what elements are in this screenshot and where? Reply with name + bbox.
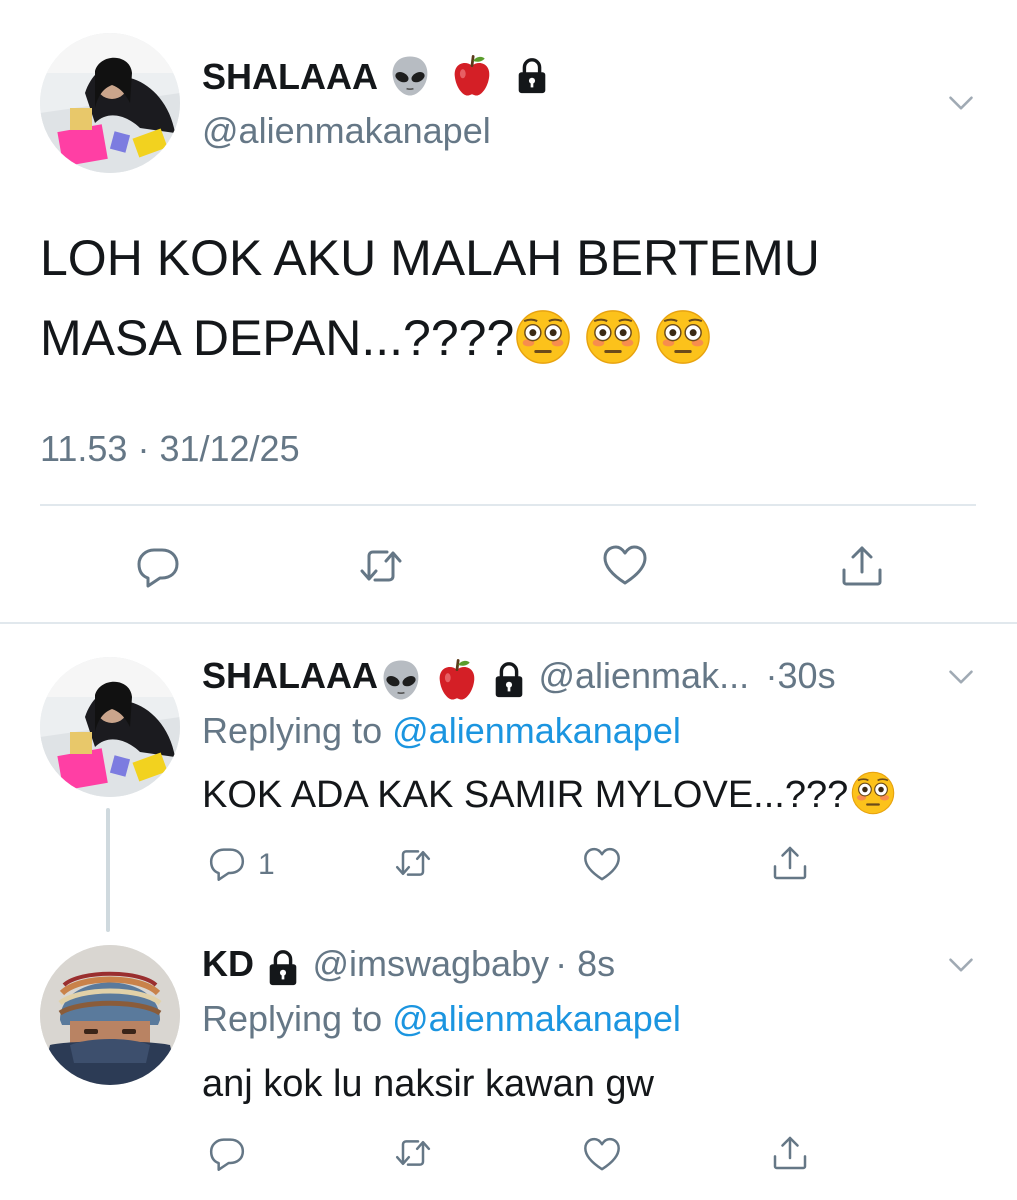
reply1-time[interactable]: ·30s — [766, 655, 836, 696]
reply1-text-row: KOK ADA KAK SAMIR MYLOVE...??? — [202, 774, 896, 817]
main-display-name-text: SHALAAA — [202, 56, 377, 97]
lock-icon — [513, 57, 551, 95]
reply-icon[interactable] — [207, 843, 247, 883]
replying-to-link[interactable]: @alienmakanapel — [392, 998, 681, 1039]
reply1-display-name[interactable]: SHALAAA — [202, 655, 378, 696]
reply1-reply-count: 1 — [258, 848, 275, 881]
reply-icon[interactable] — [134, 542, 182, 590]
retweet-icon[interactable] — [357, 542, 405, 590]
reply1-avatar[interactable] — [40, 657, 180, 797]
chevron-down-icon[interactable] — [946, 662, 976, 692]
reply2-display-name[interactable]: KD — [202, 943, 254, 984]
reply2-replying-to: Replying to @alienmakanapel — [202, 998, 681, 1040]
main-timestamp[interactable]: 11.53 · 31/12/25 — [40, 428, 300, 470]
replying-prefix: Replying to — [202, 710, 383, 751]
replying-to-link[interactable]: @alienmakanapel — [392, 710, 681, 751]
main-tweet-line2-text: MASA DEPAN...???? — [40, 310, 515, 366]
chevron-down-icon[interactable] — [946, 950, 976, 980]
reply2-handle[interactable]: @imswagbaby — [312, 943, 549, 984]
divider — [40, 504, 976, 506]
timestamp-separator: · — [137, 428, 150, 469]
main-avatar[interactable] — [40, 33, 180, 173]
reply1-header: SHALAAA @alienmak... ·30s — [202, 655, 836, 703]
reply2-text: anj kok lu naksir kawan gw — [202, 1063, 654, 1105]
section-divider — [0, 622, 1017, 624]
apple-emoji — [449, 53, 495, 99]
retweet-icon[interactable] — [393, 843, 433, 883]
main-tweet-line1: LOH KOK AKU MALAH BERTEMU — [40, 230, 820, 286]
reply-icon[interactable] — [207, 1133, 247, 1173]
main-time: 11.53 — [40, 428, 128, 469]
main-tweet-text: LOH KOK AKU MALAH BERTEMU MASA DEPAN...?… — [40, 218, 820, 378]
main-display-name[interactable]: SHALAAA — [202, 56, 551, 99]
like-icon[interactable] — [582, 1135, 622, 1175]
retweet-icon[interactable] — [393, 1133, 433, 1173]
reply2-header: KD @imswagbaby · 8s — [202, 943, 615, 987]
chevron-down-icon[interactable] — [946, 88, 976, 118]
reply1-text: KOK ADA KAK SAMIR MYLOVE...??? — [202, 774, 849, 816]
reply1-handle[interactable]: @alienmak... — [538, 655, 749, 696]
flushed-emoji — [654, 308, 712, 366]
like-icon[interactable] — [582, 845, 622, 885]
lock-icon — [264, 949, 302, 987]
alien-emoji — [378, 657, 424, 703]
flushed-emoji — [514, 308, 572, 366]
lock-icon — [490, 661, 528, 699]
like-icon[interactable] — [601, 542, 649, 590]
flushed-emoji — [584, 308, 642, 366]
main-tweet-line2: MASA DEPAN...???? — [40, 298, 820, 378]
reply2-avatar[interactable] — [40, 945, 180, 1085]
apple-emoji — [434, 657, 480, 703]
main-date: 31/12/25 — [159, 428, 300, 469]
share-icon[interactable] — [770, 843, 810, 883]
reply1-replying-to: Replying to @alienmakanapel — [202, 710, 681, 752]
flushed-emoji — [850, 770, 896, 816]
share-icon[interactable] — [838, 542, 886, 590]
share-icon[interactable] — [770, 1133, 810, 1173]
replying-prefix: Replying to — [202, 998, 383, 1039]
reply2-time[interactable]: · 8s — [555, 943, 615, 984]
alien-emoji — [387, 53, 433, 99]
thread-line — [106, 808, 110, 932]
main-handle[interactable]: @alienmakanapel — [202, 110, 491, 152]
